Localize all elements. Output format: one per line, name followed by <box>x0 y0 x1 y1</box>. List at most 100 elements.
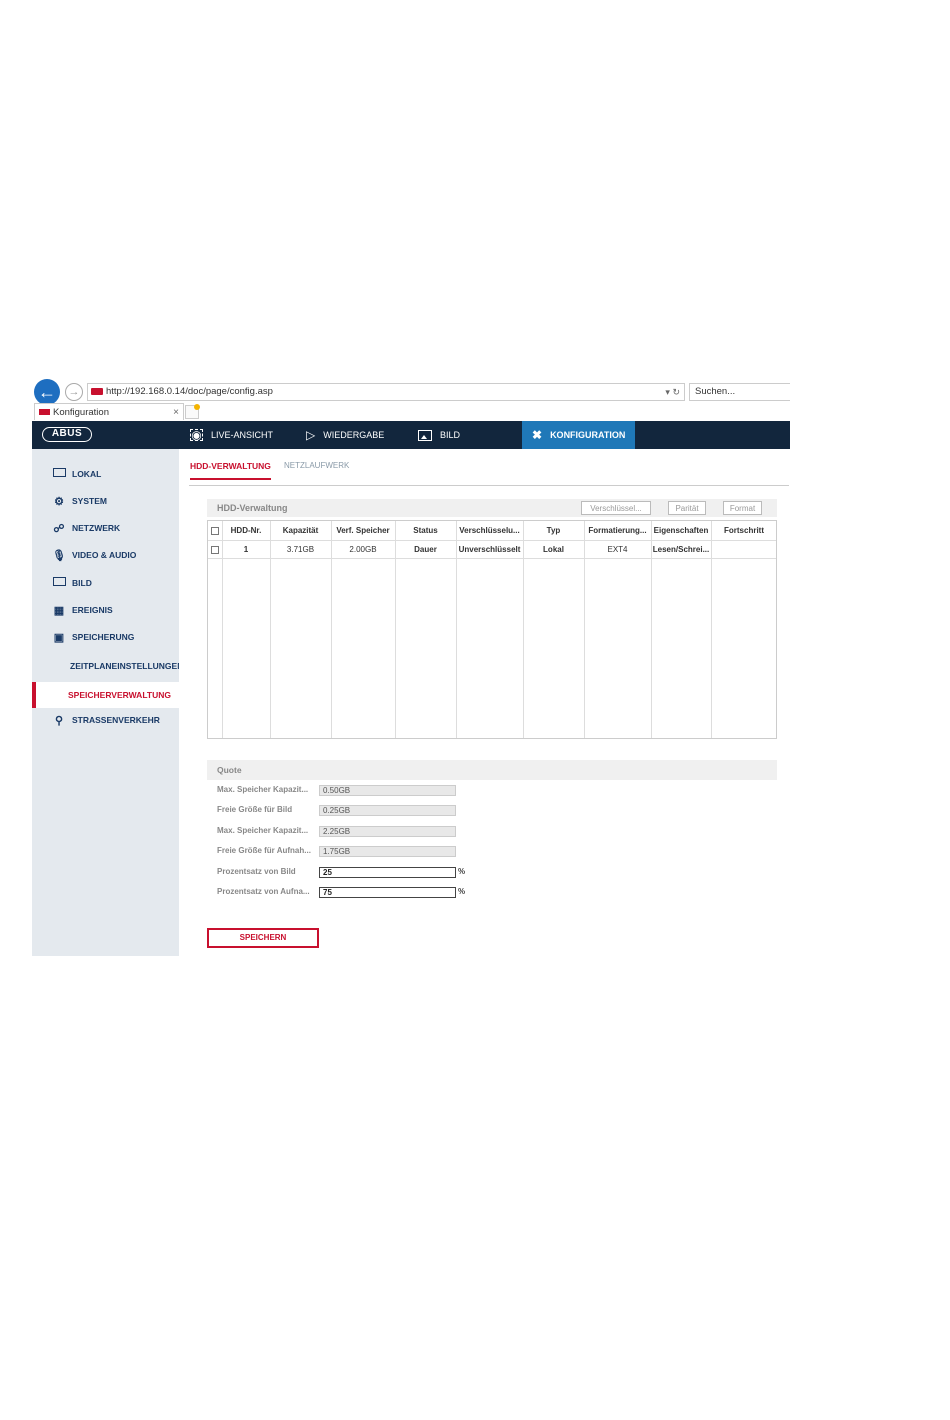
table-cell: Lokal <box>543 545 564 554</box>
sidebar-item-label: VIDEO & AUDIO <box>72 550 137 560</box>
picture-percentage-input[interactable]: 25 <box>319 867 456 878</box>
sidebar-item-label: LOKAL <box>72 469 102 479</box>
url-input[interactable]: http://192.168.0.14/doc/page/config.asp … <box>87 383 685 401</box>
tab-title: Konfiguration <box>53 407 109 418</box>
gear-icon: ⚙ <box>54 495 64 508</box>
table-cell: Unverschlüsselt <box>458 545 521 554</box>
quota-label: Max. Speicher Kapazit... <box>217 785 309 794</box>
dropdown-icon[interactable]: ▾ <box>665 387 670 397</box>
sidebar-item-label: SYSTEM <box>72 496 107 506</box>
play-icon: ▷ <box>306 428 316 442</box>
hdd-panel-title: HDD-Verwaltung <box>217 503 288 513</box>
format-button[interactable]: Format <box>723 501 762 515</box>
refresh-icon[interactable]: ↻ <box>672 387 680 397</box>
column-header: Verf. Speicher <box>336 526 390 535</box>
table-cell: EXT4 <box>607 545 628 554</box>
column-header: Status <box>413 526 438 535</box>
column-header: Eigenschaften <box>653 526 709 535</box>
sidebar-item-strassenverkehr[interactable]: ⚲ STRAßENVERKEHR <box>32 709 179 731</box>
calendar-icon: ▦ <box>53 604 65 617</box>
row-checkbox[interactable] <box>211 546 219 554</box>
sidebar-item-netzwerk[interactable]: ☍ NETZWERK <box>32 517 179 539</box>
quota-label: Freie Größe für Aufnah... <box>217 846 311 855</box>
max-picture-capacity-field: 0.50GB <box>319 785 456 796</box>
save-icon: ▣ <box>53 631 65 644</box>
sidebar-item-speicherverwaltung[interactable]: SPEICHERVERWALTUNG <box>32 682 179 708</box>
address-bar-row: ← → http://192.168.0.14/doc/page/config.… <box>32 377 790 405</box>
url-tools: ▾ ↻ <box>665 384 680 400</box>
table-cell: 2.00GB <box>349 545 377 554</box>
table-cell: Lesen/Schrei... <box>652 545 710 554</box>
column-header: Formatierung... <box>588 526 647 535</box>
tab-favicon-icon <box>39 409 50 415</box>
column-header: Fortschritt <box>724 526 764 535</box>
tab-netzlaufwerk[interactable]: NETZLAUFWERK <box>284 461 349 477</box>
microphone-icon: 🎙 <box>52 549 66 562</box>
sidebar-item-label: BILD <box>72 578 92 588</box>
tab-hdd-verwaltung[interactable]: HDD-VERWALTUNG <box>190 461 271 480</box>
save-button[interactable]: SPEICHERN <box>207 928 319 948</box>
max-record-capacity-field: 2.25GB <box>319 826 456 837</box>
nav-label: LIVE-ANSICHT <box>211 430 274 440</box>
sidebar-item-label: STRAßENVERKEHR <box>72 715 160 725</box>
sidebar-item-label: ZEITPLANEINSTELLUNGEN <box>70 661 184 671</box>
nav-live-ansicht[interactable]: ◉ LIVE-ANSICHT <box>190 421 273 449</box>
quota-label: Max. Speicher Kapazit... <box>217 826 309 835</box>
table-cell: 1 <box>243 545 249 554</box>
column-header: Typ <box>546 526 561 535</box>
monitor-icon <box>52 468 66 480</box>
sidebar-item-label: NETZWERK <box>72 523 121 533</box>
free-picture-size-field: 0.25GB <box>319 805 456 816</box>
percent-unit: % <box>458 867 466 876</box>
quota-label: Prozentsatz von Aufna... <box>217 887 310 896</box>
encrypt-button[interactable]: Verschlüssel... <box>581 501 651 515</box>
free-record-size-field: 1.75GB <box>319 846 456 857</box>
nav-label: WIEDERGABE <box>323 430 385 440</box>
network-icon: ☍ <box>53 522 65 535</box>
percent-unit: % <box>458 887 466 896</box>
image-icon <box>418 429 432 441</box>
eye-icon: ◉ <box>190 428 203 442</box>
sidebar-item-label: SPEICHERVERWALTUNG <box>68 690 171 700</box>
hdd-panel-header: HDD-Verwaltung Verschlüssel... Parität F… <box>207 499 777 517</box>
abus-logo: ABUS <box>42 427 92 442</box>
nav-label: BILD <box>440 430 461 440</box>
sidebar-item-label: EREIGNIS <box>72 605 113 615</box>
sidebar-item-video-audio[interactable]: 🎙 VIDEO & AUDIO <box>32 544 179 566</box>
column-header: HDD-Nr. <box>230 526 262 535</box>
column-header: Verschlüsselu... <box>459 526 520 535</box>
tools-icon: ✖ <box>532 428 543 442</box>
back-arrow-icon[interactable]: ← <box>34 379 60 405</box>
quota-label: Freie Größe für Bild <box>217 805 293 814</box>
sidebar-item-bild[interactable]: BILD <box>32 572 179 594</box>
sidebar-item-lokal[interactable]: LOKAL <box>32 463 179 485</box>
nav-label: KONFIGURATION <box>550 430 626 440</box>
sidebar-item-speicherung[interactable]: ▣ SPEICHERUNG <box>32 626 179 648</box>
sidebar-item-label: SPEICHERUNG <box>72 632 135 642</box>
browser-window: ← → http://192.168.0.14/doc/page/config.… <box>32 377 790 956</box>
nav-konfiguration[interactable]: ✖ KONFIGURATION <box>522 421 635 449</box>
column-header: Kapazität <box>282 526 319 535</box>
parity-button[interactable]: Parität <box>668 501 706 515</box>
sidebar: LOKAL ⚙ SYSTEM ☍ NETZWERK 🎙 VIDEO & AUDI… <box>32 449 183 956</box>
select-all-checkbox[interactable] <box>211 527 219 535</box>
quota-title: Quote <box>217 765 242 775</box>
new-tab-icon[interactable] <box>185 404 200 419</box>
sidebar-item-ereignis[interactable]: ▦ EREIGNIS <box>32 599 179 621</box>
content-tabs: HDD-VERWALTUNG NETZLAUFWERK <box>189 449 789 486</box>
table-cell: Dauer <box>414 545 437 554</box>
forward-arrow-icon[interactable]: → <box>65 383 83 401</box>
url-text: http://192.168.0.14/doc/page/config.asp <box>106 386 273 397</box>
search-input[interactable]: Suchen... <box>689 383 790 401</box>
top-navigation: ABUS ◉ LIVE-ANSICHT ▷ WIEDERGABE BILD ✖ … <box>32 421 790 449</box>
nav-bild[interactable]: BILD <box>418 421 460 449</box>
record-percentage-input[interactable]: 75 <box>319 887 456 898</box>
traffic-search-icon: ⚲ <box>54 714 64 727</box>
quota-header: Quote <box>207 760 777 780</box>
browser-tabbar: Konfiguration × <box>32 403 790 422</box>
nav-wiedergabe[interactable]: ▷ WIEDERGABE <box>306 421 384 449</box>
sidebar-item-system[interactable]: ⚙ SYSTEM <box>32 490 179 512</box>
close-icon[interactable]: × <box>173 404 179 421</box>
browser-tab[interactable]: Konfiguration × <box>34 403 184 420</box>
quota-label: Prozentsatz von Bild <box>217 867 296 876</box>
